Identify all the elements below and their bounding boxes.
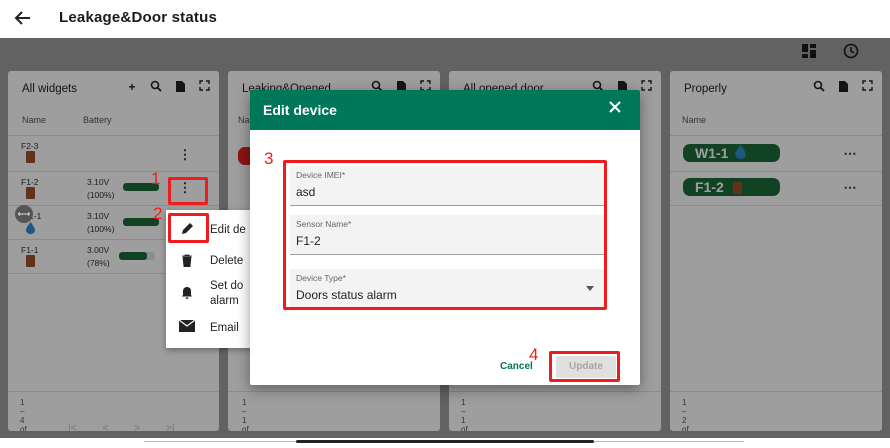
annotation-box-1: [168, 177, 208, 205]
page-title: Leakage&Door status: [59, 9, 218, 26]
annotation-number-2: 2: [153, 204, 163, 223]
annotation-box-3: [283, 160, 607, 310]
menu-item-delete[interactable]: Delete: [166, 247, 256, 277]
cancel-button[interactable]: Cancel: [500, 361, 533, 372]
menu-item-set-door-alarm[interactable]: Set do alarm: [166, 276, 256, 312]
bell-icon: [179, 286, 195, 302]
annotation-number-1: 1: [151, 169, 161, 188]
annotation-box-2: [168, 213, 209, 243]
email-icon: [178, 319, 196, 336]
annotation-number-3: 3: [264, 149, 274, 168]
back-arrow-icon[interactable]: [14, 8, 32, 28]
annotation-box-4: [549, 351, 620, 382]
menu-item-email[interactable]: Email: [166, 314, 256, 344]
trash-icon: [179, 254, 195, 270]
dialog-header: Edit device: [250, 90, 640, 130]
close-icon[interactable]: [608, 100, 622, 118]
app-bar: Leakage&Door status: [0, 0, 890, 38]
annotation-number-4: 4: [529, 345, 539, 364]
dialog-title: Edit device: [263, 102, 337, 118]
home-indicator[interactable]: [296, 440, 594, 443]
drag-handle-icon[interactable]: ⟷: [15, 205, 33, 223]
